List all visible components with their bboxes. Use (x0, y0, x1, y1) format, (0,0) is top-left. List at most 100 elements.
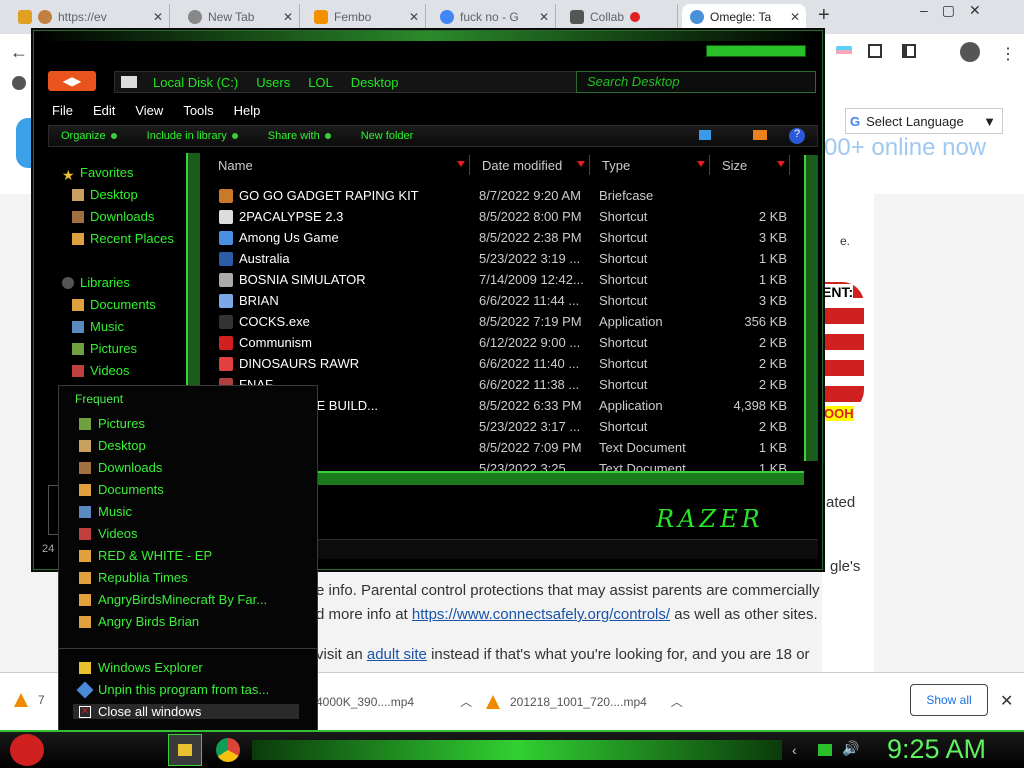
nav-desktop[interactable]: Desktop (72, 187, 138, 202)
close-tab-icon[interactable]: ✕ (790, 10, 800, 24)
file-scrollbar[interactable] (804, 155, 818, 461)
browser-tab-active[interactable]: Omegle: Ta ✕ (682, 4, 806, 30)
browser-tab[interactable]: Fembo ✕ (306, 4, 426, 30)
task-unpin[interactable]: Unpin this program from tas... (76, 681, 269, 698)
file-row[interactable]: BRIAN 6/6/2022 11:44 ... Shortcut 3 KB (219, 290, 799, 311)
menu-edit[interactable]: Edit (93, 103, 115, 123)
profile-avatar[interactable] (960, 42, 980, 62)
breadcrumb-item[interactable]: Local Disk (C:) (153, 75, 238, 90)
preview-pane-icon[interactable] (753, 130, 767, 140)
share-with-button[interactable]: Share with (268, 130, 331, 142)
jumplist-item[interactable]: Documents (79, 482, 164, 497)
file-row[interactable]: Among Us Game 8/5/2022 2:38 PM Shortcut 3 K… (219, 227, 799, 248)
nav-recent-places[interactable]: Recent Places (72, 231, 174, 246)
search-input[interactable]: Search Desktop (576, 71, 816, 93)
folder-icon (79, 483, 91, 496)
help-icon[interactable]: ? (789, 128, 805, 144)
new-tab-icon[interactable]: + (818, 4, 830, 27)
back-forward-buttons[interactable]: ◀▶ (48, 71, 96, 91)
adult-site-link[interactable]: adult site (367, 646, 427, 663)
menu-icon[interactable]: ⋮ (1000, 44, 1016, 64)
menu-help[interactable]: Help (234, 103, 261, 123)
status-bar (314, 539, 818, 559)
download-item[interactable]: 7 (14, 693, 45, 707)
file-row[interactable]: Communism 6/12/2022 9:00 ... Shortcut 2 KB (219, 332, 799, 353)
nav-documents[interactable]: Documents (72, 297, 156, 312)
chevron-up-icon[interactable]: ︿ (460, 693, 472, 710)
network-icon[interactable] (818, 744, 832, 756)
show-hidden-icons-button[interactable]: ‹ (792, 742, 797, 758)
browser-tab[interactable]: Collab (562, 4, 678, 30)
nav-music[interactable]: Music (72, 319, 124, 334)
sidebar-icon[interactable] (902, 44, 916, 58)
volume-icon[interactable]: 🔊 (842, 740, 859, 757)
column-type[interactable]: Type (590, 155, 710, 175)
menu-tools[interactable]: Tools (183, 103, 213, 123)
extension-puzzle-icon[interactable] (868, 44, 882, 58)
window-caption-buttons[interactable] (706, 45, 806, 57)
recording-icon (630, 12, 641, 22)
taskbar-clock[interactable]: 9:25 AM (887, 734, 986, 765)
jumplist-item[interactable]: Angry Birds Brian (79, 614, 199, 629)
include-library-button[interactable]: Include in library (147, 130, 238, 142)
breadcrumb-item[interactable]: LOL (308, 75, 333, 90)
file-row[interactable]: DINOSAURS RAWR 6/6/2022 11:40 ... Shortcut… (219, 353, 799, 374)
breadcrumb-item[interactable]: Desktop (351, 75, 399, 90)
new-folder-button[interactable]: New folder (361, 130, 414, 142)
download-item[interactable]: 4000K_390....mp4 ︿ (316, 693, 472, 710)
jumplist-item[interactable]: Desktop (79, 438, 146, 453)
jumplist-item[interactable]: RED & WHITE - EP (79, 548, 212, 563)
taskbar-glow (252, 740, 782, 760)
menu-file[interactable]: File (52, 103, 73, 123)
column-date-modified[interactable]: Date modified (470, 155, 590, 175)
file-row[interactable]: Australia 5/23/2022 3:19 ... Shortcut 1 KB (219, 248, 799, 269)
start-button-angry-bird[interactable] (10, 734, 44, 766)
close-tab-icon[interactable]: ✕ (539, 10, 549, 24)
title-glow (34, 31, 822, 41)
nav-downloads[interactable]: Downloads (72, 209, 154, 224)
browser-tab[interactable]: fuck no - G ✕ (432, 4, 556, 30)
download-item[interactable]: 201218_1001_720....mp4 ︿ (486, 693, 683, 710)
horizontal-scrollbar[interactable] (314, 471, 804, 485)
show-all-button[interactable]: Show all (910, 684, 988, 716)
taskbar-explorer-button[interactable] (168, 734, 202, 766)
close-downloads-icon[interactable]: ✕ (1000, 691, 1013, 711)
extension-flag-icon[interactable] (836, 46, 852, 58)
browser-tab[interactable]: New Tab ✕ (180, 4, 300, 30)
chevron-up-icon[interactable]: ︿ (671, 693, 683, 710)
connectsafely-link[interactable]: https://www.connectsafely.org/controls/ (412, 606, 670, 623)
task-close-all-windows[interactable]: ✕ Close all windows (73, 704, 299, 719)
back-arrow-icon[interactable]: ← (10, 42, 28, 63)
nav-favorites[interactable]: ★ Favorites (62, 165, 133, 183)
close-tab-icon[interactable]: ✕ (409, 10, 419, 24)
pin-icon (76, 681, 94, 698)
file-row[interactable]: 2PACALYPSE 2.3 8/5/2022 8:00 PM Shortcut 2 … (219, 206, 799, 227)
vlc-icon (14, 693, 28, 707)
jumplist-item[interactable]: Videos (79, 526, 138, 541)
jumplist-item[interactable]: Pictures (79, 416, 145, 431)
column-size[interactable]: Size (710, 155, 790, 175)
organize-button[interactable]: Organize (61, 130, 117, 142)
close-tab-icon[interactable]: ✕ (153, 10, 163, 24)
address-bar[interactable]: Local Disk (C:) Users LOL Desktop (114, 71, 604, 93)
jumplist-item[interactable]: AngryBirdsMinecraft By Far... (79, 592, 267, 607)
file-row[interactable]: GO GO GADGET RAPING KIT 8/7/2022 9:20 AM B… (219, 185, 799, 206)
breadcrumb-item[interactable]: Users (256, 75, 290, 90)
select-language-dropdown[interactable]: G Select Language ▼ (845, 108, 1003, 134)
nav-videos[interactable]: Videos (72, 363, 130, 378)
view-icon[interactable] (699, 130, 711, 140)
file-row[interactable]: BOSNIA SIMULATOR 7/14/2009 12:42... Shortc… (219, 269, 799, 290)
close-tab-icon[interactable]: ✕ (283, 10, 293, 24)
jumplist-item[interactable]: Music (79, 504, 132, 519)
jumplist-item[interactable]: Republia Times (79, 570, 188, 585)
jumplist-item[interactable]: Downloads (79, 460, 162, 475)
menu-view[interactable]: View (135, 103, 163, 123)
nav-libraries[interactable]: Libraries (62, 275, 130, 290)
file-row[interactable]: COCKS.exe 8/5/2022 7:19 PM Application 356 … (219, 311, 799, 332)
taskbar-chrome-button[interactable] (216, 738, 240, 762)
window-controls[interactable]: –▢✕ (920, 2, 995, 19)
column-name[interactable]: Name (206, 155, 470, 175)
nav-pictures[interactable]: Pictures (72, 341, 137, 356)
browser-tab[interactable]: https://ev ✕ (10, 4, 170, 30)
task-windows-explorer[interactable]: Windows Explorer (79, 660, 203, 675)
